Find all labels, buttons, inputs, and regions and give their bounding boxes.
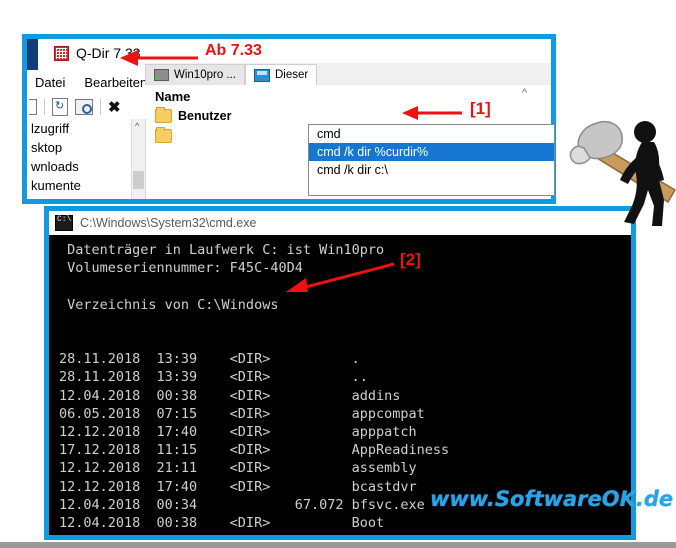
annotation-label-two: [2] <box>400 250 421 269</box>
dropdown-item-dir-c[interactable]: cmd /k dir c:\ <box>309 161 554 179</box>
tree-item-desktop[interactable]: sktop <box>31 140 62 155</box>
toolbar-left-group: ✖ <box>27 95 121 119</box>
cmd-title-text: C:\Windows\System32\cmd.exe <box>80 216 257 230</box>
cmd-line: 17.12.2018 11:15 <DIR> AppReadiness <box>59 442 450 459</box>
file-row-partial[interactable] <box>155 127 178 143</box>
annotation-label-one: [1] <box>470 99 491 118</box>
file-row-label: Benutzer <box>178 109 232 123</box>
tab-bar: Win10pro ... Dieser <box>145 63 551 86</box>
scrollbar-thumb[interactable] <box>133 171 144 189</box>
cmd-line: 12.04.2018 00:38 <DIR> Branding <box>59 532 631 535</box>
cmd-titlebar: C:\Windows\System32\cmd.exe <box>49 211 631 235</box>
tree-item-bilder[interactable]: de <box>31 197 45 199</box>
folder-tree-pane: lzugriff sktop wnloads kumente de ^ <box>27 119 146 199</box>
dropdown-item-curdir[interactable]: cmd /k dir %curdir% <box>309 143 554 161</box>
tab-dieser-pc[interactable]: Dieser <box>245 64 318 85</box>
cmd-line: 12.04.2018 00:38 <DIR> Boot <box>59 515 385 532</box>
cmd-line: 12.12.2018 21:11 <DIR> assembly <box>59 460 417 477</box>
drive-icon <box>154 69 169 81</box>
console-icon <box>55 215 73 231</box>
tree-scrollbar[interactable]: ^ <box>131 119 145 199</box>
close-icon[interactable]: ✖ <box>108 100 121 115</box>
cmd-line: 28.11.2018 13:39 <DIR> .. <box>59 369 368 386</box>
cmd-line: 28.11.2018 13:39 <DIR> . <box>59 351 360 368</box>
screenshot-stage: Q-Dir 7.33 Datei Bearbeiten Ansicht Favo… <box>0 0 676 548</box>
menu-item-datei[interactable]: Datei <box>35 75 65 90</box>
folder-icon-2 <box>155 127 172 143</box>
toolbar-edge-icon <box>29 99 37 115</box>
toolbar-separator <box>44 99 45 115</box>
annotation-label-ab733: Ab 7.33 <box>205 42 262 59</box>
tab-label-dieser-pc: Dieser <box>275 69 309 81</box>
search-preview-icon[interactable] <box>75 99 93 115</box>
annotation-arrow-two <box>286 262 395 292</box>
cmd-line: 06.05.2018 07:15 <DIR> appcompat <box>59 405 425 422</box>
folder-icon <box>155 107 172 123</box>
menu-item-bearbeiten[interactable]: Bearbeiten <box>84 75 147 90</box>
cmd-line: 12.12.2018 17:40 <DIR> apppatch <box>59 424 417 441</box>
file-row-benutzer[interactable]: Benutzer <box>155 107 232 123</box>
dropdown-item-cmd[interactable]: cmd <box>309 125 554 143</box>
annotation-arrow-one <box>402 106 462 120</box>
refresh-doc-icon[interactable] <box>52 98 68 116</box>
column-header-name[interactable]: Name <box>155 89 190 104</box>
cmd-line: 12.04.2018 00:38 <DIR> addins <box>59 387 401 404</box>
stick-figure-with-hammer-icon <box>569 120 676 226</box>
tree-item-schnellzugriff[interactable]: lzugriff <box>31 121 69 136</box>
tab-label-win10pro: Win10pro ... <box>174 69 236 81</box>
chevron-up-icon[interactable]: ^ <box>522 87 527 99</box>
address-dropdown-list[interactable]: cmd cmd /k dir %curdir% cmd /k dir c:\ <box>308 124 555 196</box>
annotation-arrow-ab733 <box>120 50 198 66</box>
cmd-line <box>59 314 631 332</box>
cmd-line <box>59 332 631 350</box>
watermark: www.SoftwareOK.de :-) <box>430 487 676 511</box>
tree-item-dokumente[interactable]: kumente <box>31 178 81 193</box>
toolbar-separator-2 <box>100 99 101 115</box>
cmd-line: Datenträger in Laufwerk C: ist Win10pro <box>59 242 385 258</box>
qdir-app-icon <box>54 46 69 61</box>
page-bottom-bar <box>0 542 676 548</box>
tree-item-downloads[interactable]: wnloads <box>31 159 79 174</box>
scroll-up-icon[interactable]: ^ <box>135 121 139 131</box>
cmd-line: Verzeichnis von C:\Windows <box>59 296 279 313</box>
monitor-icon <box>254 68 270 82</box>
